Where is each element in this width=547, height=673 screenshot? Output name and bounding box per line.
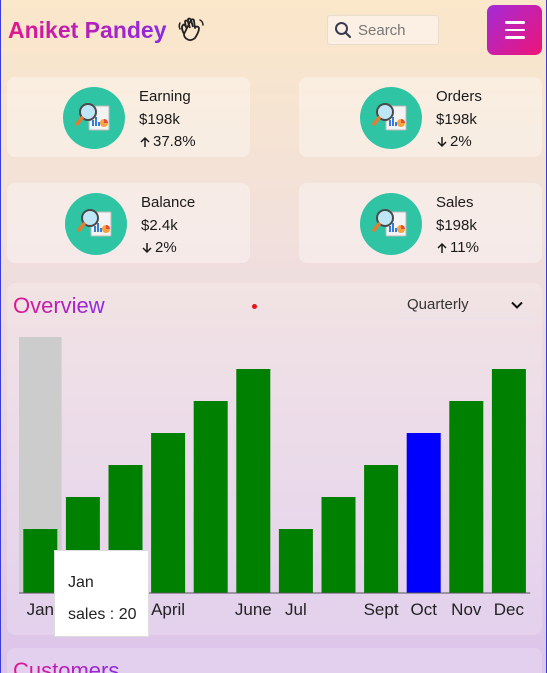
x-tick-label: Oct bbox=[410, 600, 437, 619]
tooltip-label: Jan bbox=[68, 574, 94, 591]
x-tick-label: Sept bbox=[364, 600, 399, 619]
stat-card-earning: Earning $198k 37.8% bbox=[7, 77, 250, 157]
card-change: 11% bbox=[450, 239, 479, 256]
arrow-down-icon bbox=[437, 137, 447, 148]
bar-june[interactable] bbox=[236, 369, 271, 593]
stat-card-orders: Orders $198k 2% bbox=[299, 77, 542, 157]
search-icon bbox=[335, 22, 352, 39]
stat-card-sales: Sales $198k 11% bbox=[299, 183, 542, 263]
bar-oct[interactable] bbox=[406, 433, 441, 593]
x-tick-label: Dec bbox=[494, 600, 525, 619]
arrow-up-icon bbox=[437, 243, 447, 254]
arrow-down-icon bbox=[142, 243, 152, 254]
bar-april[interactable] bbox=[151, 433, 186, 593]
card-change: 2% bbox=[155, 239, 177, 256]
brand-name: Aniket Pandey bbox=[8, 16, 167, 43]
card-label: Orders bbox=[436, 88, 482, 105]
bar-jul[interactable] bbox=[278, 529, 313, 593]
report-magnifier-icon bbox=[360, 87, 422, 149]
card-change: 2% bbox=[450, 133, 472, 150]
arrow-up-icon bbox=[140, 137, 150, 148]
card-label: Balance bbox=[141, 194, 196, 211]
tooltip-text: sales : 20 bbox=[68, 606, 137, 623]
report-magnifier-icon bbox=[63, 87, 125, 149]
search-input[interactable] bbox=[358, 21, 438, 39]
x-tick-label: Jan bbox=[27, 600, 54, 619]
bar-aug[interactable] bbox=[321, 497, 356, 593]
hamburger-menu-icon[interactable] bbox=[487, 5, 542, 55]
x-tick-label: April bbox=[151, 600, 185, 619]
card-value: $198k bbox=[436, 216, 477, 234]
search-box[interactable] bbox=[327, 15, 439, 45]
brand: Aniket Pandey bbox=[8, 16, 205, 44]
card-label: Earning bbox=[139, 88, 191, 105]
bar-sept[interactable] bbox=[364, 465, 399, 593]
report-magnifier-icon bbox=[65, 193, 127, 255]
x-tick-label: Nov bbox=[451, 600, 482, 619]
customers-title: Customers bbox=[13, 658, 119, 673]
report-magnifier-icon bbox=[360, 193, 422, 255]
card-value: $198k bbox=[436, 110, 477, 128]
card-change: 37.8% bbox=[153, 133, 196, 150]
bar-may[interactable] bbox=[193, 401, 228, 593]
bar-jan[interactable] bbox=[23, 529, 58, 593]
overview-panel: Overview Quarterly Jan April June Jul Sept Oc… bbox=[7, 283, 542, 637]
waving-hand-icon bbox=[177, 16, 205, 44]
card-label: Sales bbox=[436, 194, 474, 211]
bar-dec[interactable] bbox=[491, 369, 526, 593]
chart-tooltip: Jan sales : 20 bbox=[54, 550, 149, 637]
x-tick-label: June bbox=[235, 600, 272, 619]
header: Aniket Pandey bbox=[1, 0, 547, 64]
stat-card-balance: Balance $2.4k 2% bbox=[7, 183, 250, 263]
bar-nov[interactable] bbox=[449, 401, 484, 593]
x-tick-label: Jul bbox=[285, 600, 307, 619]
customers-panel: Customers bbox=[7, 648, 542, 673]
card-value: $198k bbox=[139, 110, 180, 128]
card-value: $2.4k bbox=[141, 216, 178, 234]
